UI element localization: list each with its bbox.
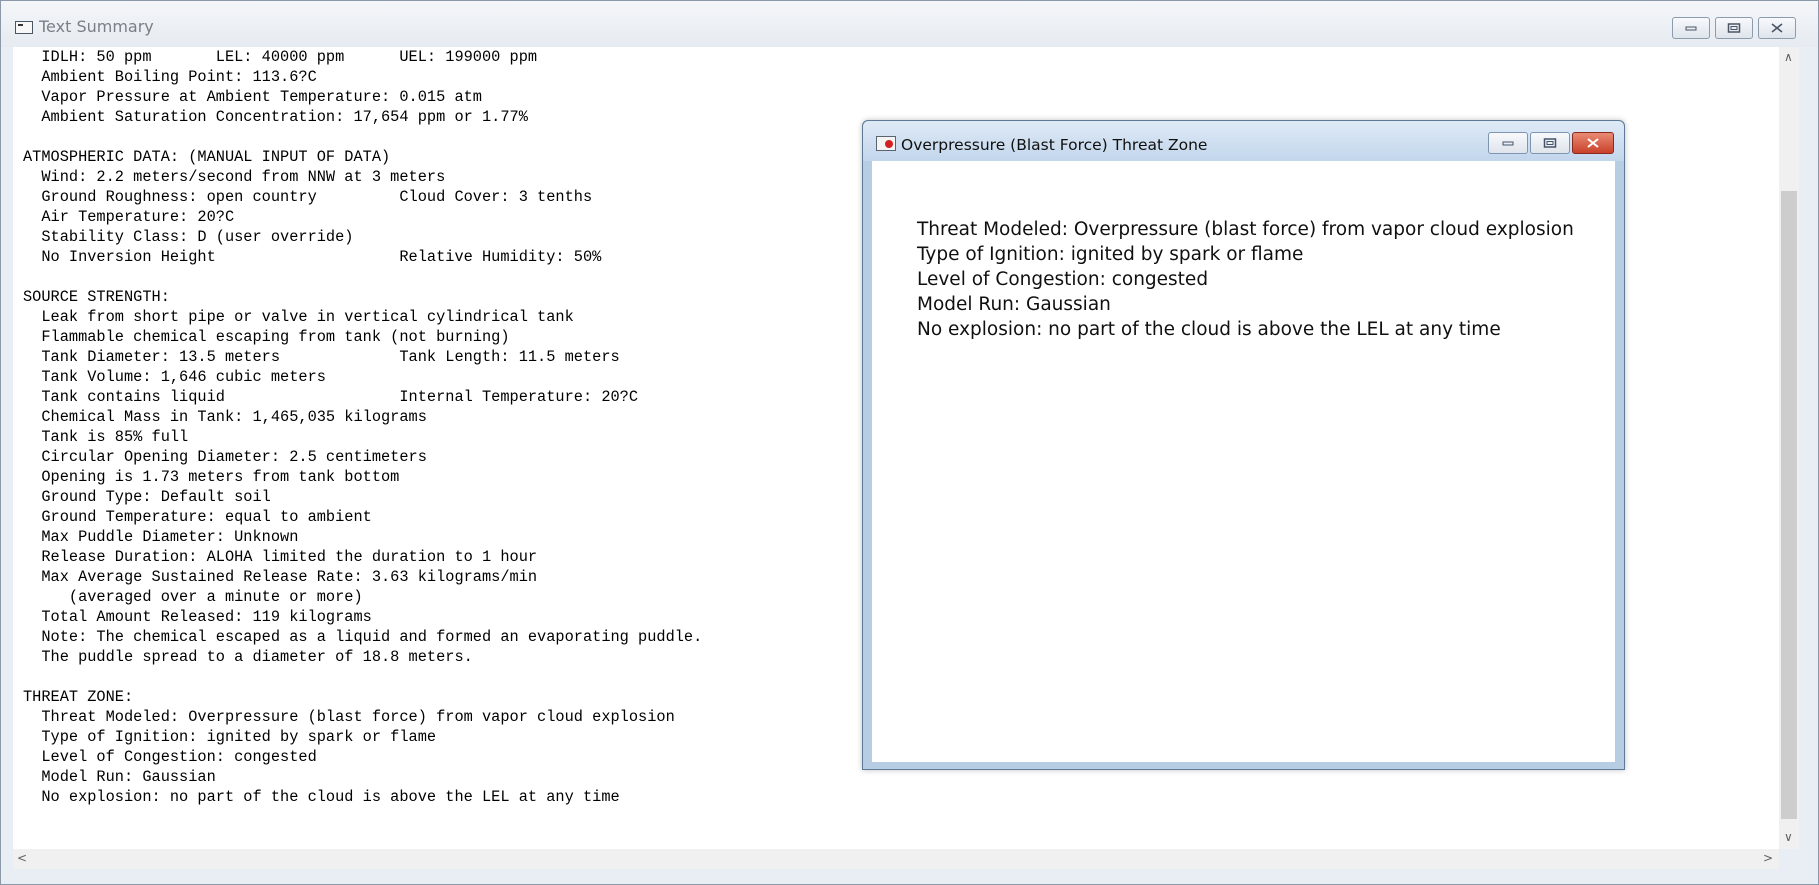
summary-text: IDLH: 50 ppm LEL: 40000 ppm UEL: 199000 … bbox=[23, 47, 702, 807]
maximize-button[interactable] bbox=[1715, 17, 1753, 39]
summary-line: Vapor Pressure at Ambient Temperature: 0… bbox=[23, 88, 482, 106]
title-bar[interactable]: Text Summary bbox=[1, 1, 1818, 47]
summary-line: SOURCE STRENGTH: bbox=[23, 288, 170, 306]
summary-line: Max Average Sustained Release Rate: 3.63… bbox=[23, 568, 538, 586]
summary-line: Tank contains liquid Internal Temperatur… bbox=[23, 388, 639, 406]
child-minimize-button[interactable] bbox=[1488, 132, 1528, 154]
threat-zone-window-icon[interactable] bbox=[876, 136, 896, 151]
summary-line: ATMOSPHERIC DATA: (MANUAL INPUT OF DATA) bbox=[23, 148, 391, 166]
summary-line: Leak from short pipe or valve in vertica… bbox=[23, 308, 574, 326]
scroll-right-arrow-icon[interactable]: > bbox=[1763, 852, 1773, 864]
summary-line: Ambient Boiling Point: 113.6?C bbox=[23, 68, 317, 86]
summary-line: Tank Diameter: 13.5 meters Tank Length: … bbox=[23, 348, 620, 366]
window-title: Text Summary bbox=[39, 17, 154, 36]
threat-zone-window: Overpressure (Blast Force) Threat Zone T… bbox=[862, 120, 1625, 770]
summary-line: Air Temperature: 20?C bbox=[23, 208, 235, 226]
threat-zone-line-ignition: Type of Ignition: ignited by spark or fl… bbox=[917, 244, 1304, 265]
summary-line bbox=[23, 667, 702, 687]
summary-line bbox=[23, 127, 702, 147]
scroll-up-arrow-icon[interactable]: ∧ bbox=[1784, 51, 1793, 63]
close-icon bbox=[1771, 23, 1783, 33]
threat-zone-line-model-run: Model Run: Gaussian bbox=[917, 294, 1111, 315]
summary-line: Ground Type: Default soil bbox=[23, 488, 271, 506]
summary-line: Chemical Mass in Tank: 1,465,035 kilogra… bbox=[23, 408, 427, 426]
threat-zone-line-threat-modeled: Threat Modeled: Overpressure (blast forc… bbox=[917, 219, 1574, 240]
summary-line: Release Duration: ALOHA limited the dura… bbox=[23, 548, 538, 566]
summary-line: Wind: 2.2 meters/second from NNW at 3 me… bbox=[23, 168, 446, 186]
child-maximize-button[interactable] bbox=[1530, 132, 1570, 154]
minimize-icon bbox=[1502, 141, 1514, 146]
summary-line: Model Run: Gaussian bbox=[23, 768, 216, 786]
restore-icon bbox=[1543, 138, 1557, 148]
summary-line: Threat Modeled: Overpressure (blast forc… bbox=[23, 708, 675, 726]
scroll-down-arrow-icon[interactable]: ∨ bbox=[1784, 831, 1793, 843]
scroll-left-arrow-icon[interactable]: < bbox=[17, 852, 27, 864]
threat-zone-line-congestion: Level of Congestion: congested bbox=[917, 269, 1209, 290]
summary-line: No explosion: no part of the cloud is ab… bbox=[23, 788, 620, 806]
summary-line: IDLH: 50 ppm LEL: 40000 ppm UEL: 199000 … bbox=[23, 48, 538, 66]
summary-line: Stability Class: D (user override) bbox=[23, 228, 354, 246]
summary-line: (averaged over a minute or more) bbox=[23, 588, 363, 606]
summary-line: Tank is 85% full bbox=[23, 428, 189, 446]
threat-zone-title-bar[interactable]: Overpressure (Blast Force) Threat Zone bbox=[863, 121, 1624, 161]
minimize-button[interactable] bbox=[1672, 17, 1710, 39]
summary-line: Ambient Saturation Concentration: 17,654… bbox=[23, 108, 528, 126]
summary-line: No Inversion Height Relative Humidity: 5… bbox=[23, 248, 602, 266]
summary-line: Total Amount Released: 119 kilograms bbox=[23, 608, 372, 626]
horizontal-scrollbar[interactable]: < > bbox=[13, 849, 1779, 869]
summary-line: Type of Ignition: ignited by spark or fl… bbox=[23, 728, 437, 746]
summary-line: Ground Roughness: open country Cloud Cov… bbox=[23, 188, 593, 206]
child-close-button[interactable] bbox=[1572, 132, 1614, 154]
summary-line: Note: The chemical escaped as a liquid a… bbox=[23, 628, 703, 646]
summary-line: The puddle spread to a diameter of 18.8 … bbox=[23, 648, 473, 666]
threat-zone-text: Threat Modeled: Overpressure (blast forc… bbox=[917, 217, 1574, 342]
vertical-scrollbar[interactable]: ∧ ∨ bbox=[1779, 47, 1799, 849]
threat-zone-window-title: Overpressure (Blast Force) Threat Zone bbox=[901, 136, 1208, 154]
summary-line: Max Puddle Diameter: Unknown bbox=[23, 528, 299, 546]
vertical-scroll-thumb[interactable] bbox=[1781, 191, 1797, 819]
summary-line: Tank Volume: 1,646 cubic meters bbox=[23, 368, 326, 386]
threat-zone-line-no-explosion: No explosion: no part of the cloud is ab… bbox=[917, 319, 1501, 340]
summary-line bbox=[23, 267, 702, 287]
app-window-icon[interactable] bbox=[15, 21, 33, 34]
threat-zone-content: Threat Modeled: Overpressure (blast forc… bbox=[872, 161, 1615, 762]
summary-line: THREAT ZONE: bbox=[23, 688, 134, 706]
summary-line: Circular Opening Diameter: 2.5 centimete… bbox=[23, 448, 427, 466]
summary-line: Flammable chemical escaping from tank (n… bbox=[23, 328, 510, 346]
restore-icon bbox=[1727, 23, 1741, 33]
summary-line: Opening is 1.73 meters from tank bottom bbox=[23, 468, 400, 486]
summary-line: Level of Congestion: congested bbox=[23, 748, 317, 766]
minimize-icon bbox=[1685, 26, 1697, 31]
close-button[interactable] bbox=[1758, 17, 1796, 39]
summary-line: Ground Temperature: equal to ambient bbox=[23, 508, 372, 526]
close-icon bbox=[1587, 138, 1599, 148]
